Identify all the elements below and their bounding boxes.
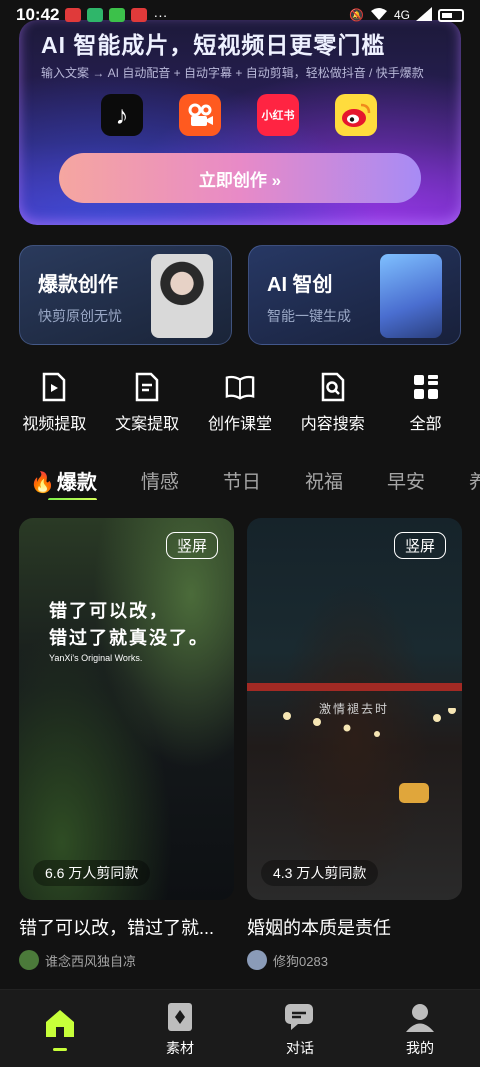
- portrait-thumbnail: [151, 254, 213, 338]
- material-icon: [163, 1000, 197, 1034]
- category-tabs: 🔥 爆款 情感 节日 祝福 早安 养: [0, 460, 480, 500]
- grid-icon: [411, 372, 441, 402]
- template-card[interactable]: 竖屏 激情褪去时 4.3 万人剪同款 婚姻的本质是责任 修狗0283: [247, 518, 462, 970]
- nav-home[interactable]: [15, 1006, 105, 1051]
- author-row[interactable]: 谁念西风独自凉: [19, 950, 234, 970]
- tool-label: 内容搜索: [300, 416, 365, 433]
- tab-label: 爆款: [56, 471, 97, 494]
- template-preview[interactable]: 竖屏 激情褪去时 4.3 万人剪同款: [247, 518, 462, 900]
- tab-blessing[interactable]: 祝福: [305, 467, 343, 494]
- status-right: 🔕 4G: [349, 6, 464, 24]
- tool-course[interactable]: 创作课堂: [195, 372, 285, 434]
- mute-icon: 🔕: [349, 8, 364, 22]
- notification-icon: [87, 8, 104, 22]
- tool-label: 全部: [409, 416, 442, 433]
- home-icon: [43, 1006, 77, 1040]
- bottom-nav: 素材 对话 我的: [0, 989, 480, 1067]
- template-preview[interactable]: 竖屏 错了可以改， 错过了就真没了。 YanXi's Original Work…: [19, 518, 234, 900]
- xiaohongshu-icon: 小红书: [257, 94, 299, 136]
- weibo-icon: [335, 94, 377, 136]
- ai-thumbnail: [380, 254, 442, 338]
- douyin-icon: ♪: [101, 94, 143, 136]
- nav-label: 素材: [166, 1039, 194, 1056]
- kuaishou-icon: [179, 94, 221, 136]
- orientation-tag: 竖屏: [393, 532, 446, 559]
- banner-subtitle: 输入文案 → AI 自动配音 + 自动字幕 + 自动剪辑，轻松做抖音 / 快手爆…: [41, 66, 424, 80]
- feature-subtitle: 智能一键生成: [267, 308, 351, 324]
- wifi-icon: [370, 7, 388, 24]
- bridge-shape: [247, 683, 462, 691]
- notification-icon: [131, 8, 148, 22]
- preview-caption: 错了可以改， 错过了就真没了。 YanXi's Original Works.: [49, 598, 209, 664]
- tab-more[interactable]: 养: [469, 467, 480, 494]
- use-count-badge: 4.3 万人剪同款: [261, 860, 379, 886]
- author-name: 谁念西风独自凉: [45, 953, 137, 969]
- text-extract-icon: [132, 372, 162, 402]
- tool-all[interactable]: 全部: [381, 372, 471, 434]
- tab-morning[interactable]: 早安: [387, 467, 425, 494]
- flame-icon: 🔥: [30, 471, 55, 494]
- tool-text-extract[interactable]: 文案提取: [102, 372, 192, 434]
- orientation-tag: 竖屏: [165, 532, 218, 559]
- template-title: 婚姻的本质是责任: [247, 918, 391, 938]
- platform-list: ♪ 小红书: [101, 94, 377, 136]
- avatar: [247, 950, 267, 970]
- feature-title: 爆款创作: [38, 274, 118, 296]
- tool-label: 视频提取: [22, 416, 87, 433]
- status-time: 10:42: [16, 5, 60, 24]
- banner-title: AI 智能成片，短视频日更零门槛: [41, 32, 386, 58]
- caption-line: 错了可以改，: [49, 601, 169, 621]
- nav-label: 我的: [406, 1039, 434, 1056]
- template-title: 错了可以改，错过了就...: [19, 918, 215, 938]
- status-left: 10:42 ···: [16, 5, 167, 25]
- promo-banner[interactable]: AI 智能成片，短视频日更零门槛 输入文案 → AI 自动配音 + 自动字幕 +…: [19, 20, 461, 225]
- status-bar: 10:42 ··· 🔕 4G: [0, 0, 480, 30]
- tool-label: 创作课堂: [207, 416, 272, 433]
- tab-hot[interactable]: 🔥 爆款: [30, 466, 97, 500]
- avatar: [19, 950, 39, 970]
- use-count-badge: 6.6 万人剪同款: [33, 860, 151, 886]
- author-name: 修狗0283: [273, 953, 328, 969]
- tool-video-extract[interactable]: 视频提取: [9, 372, 99, 434]
- feature-subtitle: 快剪原创无忧: [38, 308, 122, 324]
- battery-icon: [438, 8, 464, 22]
- hot-create-card[interactable]: 爆款创作 快剪原创无忧: [19, 245, 232, 345]
- tool-search[interactable]: 内容搜索: [288, 372, 378, 434]
- profile-icon: [403, 1000, 437, 1034]
- network-label: 4G: [393, 8, 410, 22]
- nav-profile[interactable]: 我的: [375, 1000, 465, 1058]
- street-lights: [283, 708, 456, 737]
- author-row[interactable]: 修狗0283: [247, 950, 462, 970]
- tool-label: 文案提取: [115, 416, 180, 433]
- active-indicator: [53, 1048, 67, 1051]
- feature-title: AI 智创: [267, 274, 333, 296]
- chat-icon: [283, 1000, 317, 1034]
- caption-line: 错过了就真没了。: [49, 628, 209, 648]
- book-icon: [225, 372, 255, 402]
- more-icon: ···: [153, 7, 168, 23]
- notification-icon: [65, 8, 82, 22]
- template-card[interactable]: 竖屏 错了可以改， 错过了就真没了。 YanXi's Original Work…: [19, 518, 234, 970]
- signal-icon: [416, 6, 432, 24]
- video-extract-icon: [39, 372, 69, 402]
- tab-emotion[interactable]: 情感: [141, 467, 179, 494]
- wechat-icon: [109, 8, 126, 22]
- nav-material[interactable]: 素材: [135, 1000, 225, 1058]
- search-doc-icon: [318, 372, 348, 402]
- car-shape: [399, 783, 429, 803]
- tab-festival[interactable]: 节日: [223, 467, 261, 494]
- caption-credit: YanXi's Original Works.: [49, 653, 143, 663]
- tool-row: 视频提取 文案提取 创作课堂 内容搜索 全部: [0, 372, 480, 434]
- ai-create-card[interactable]: AI 智创 智能一键生成: [248, 245, 461, 345]
- create-now-button[interactable]: 立即创作 »: [59, 153, 421, 203]
- nav-label: 对话: [286, 1039, 314, 1056]
- nav-chat[interactable]: 对话: [255, 1000, 345, 1058]
